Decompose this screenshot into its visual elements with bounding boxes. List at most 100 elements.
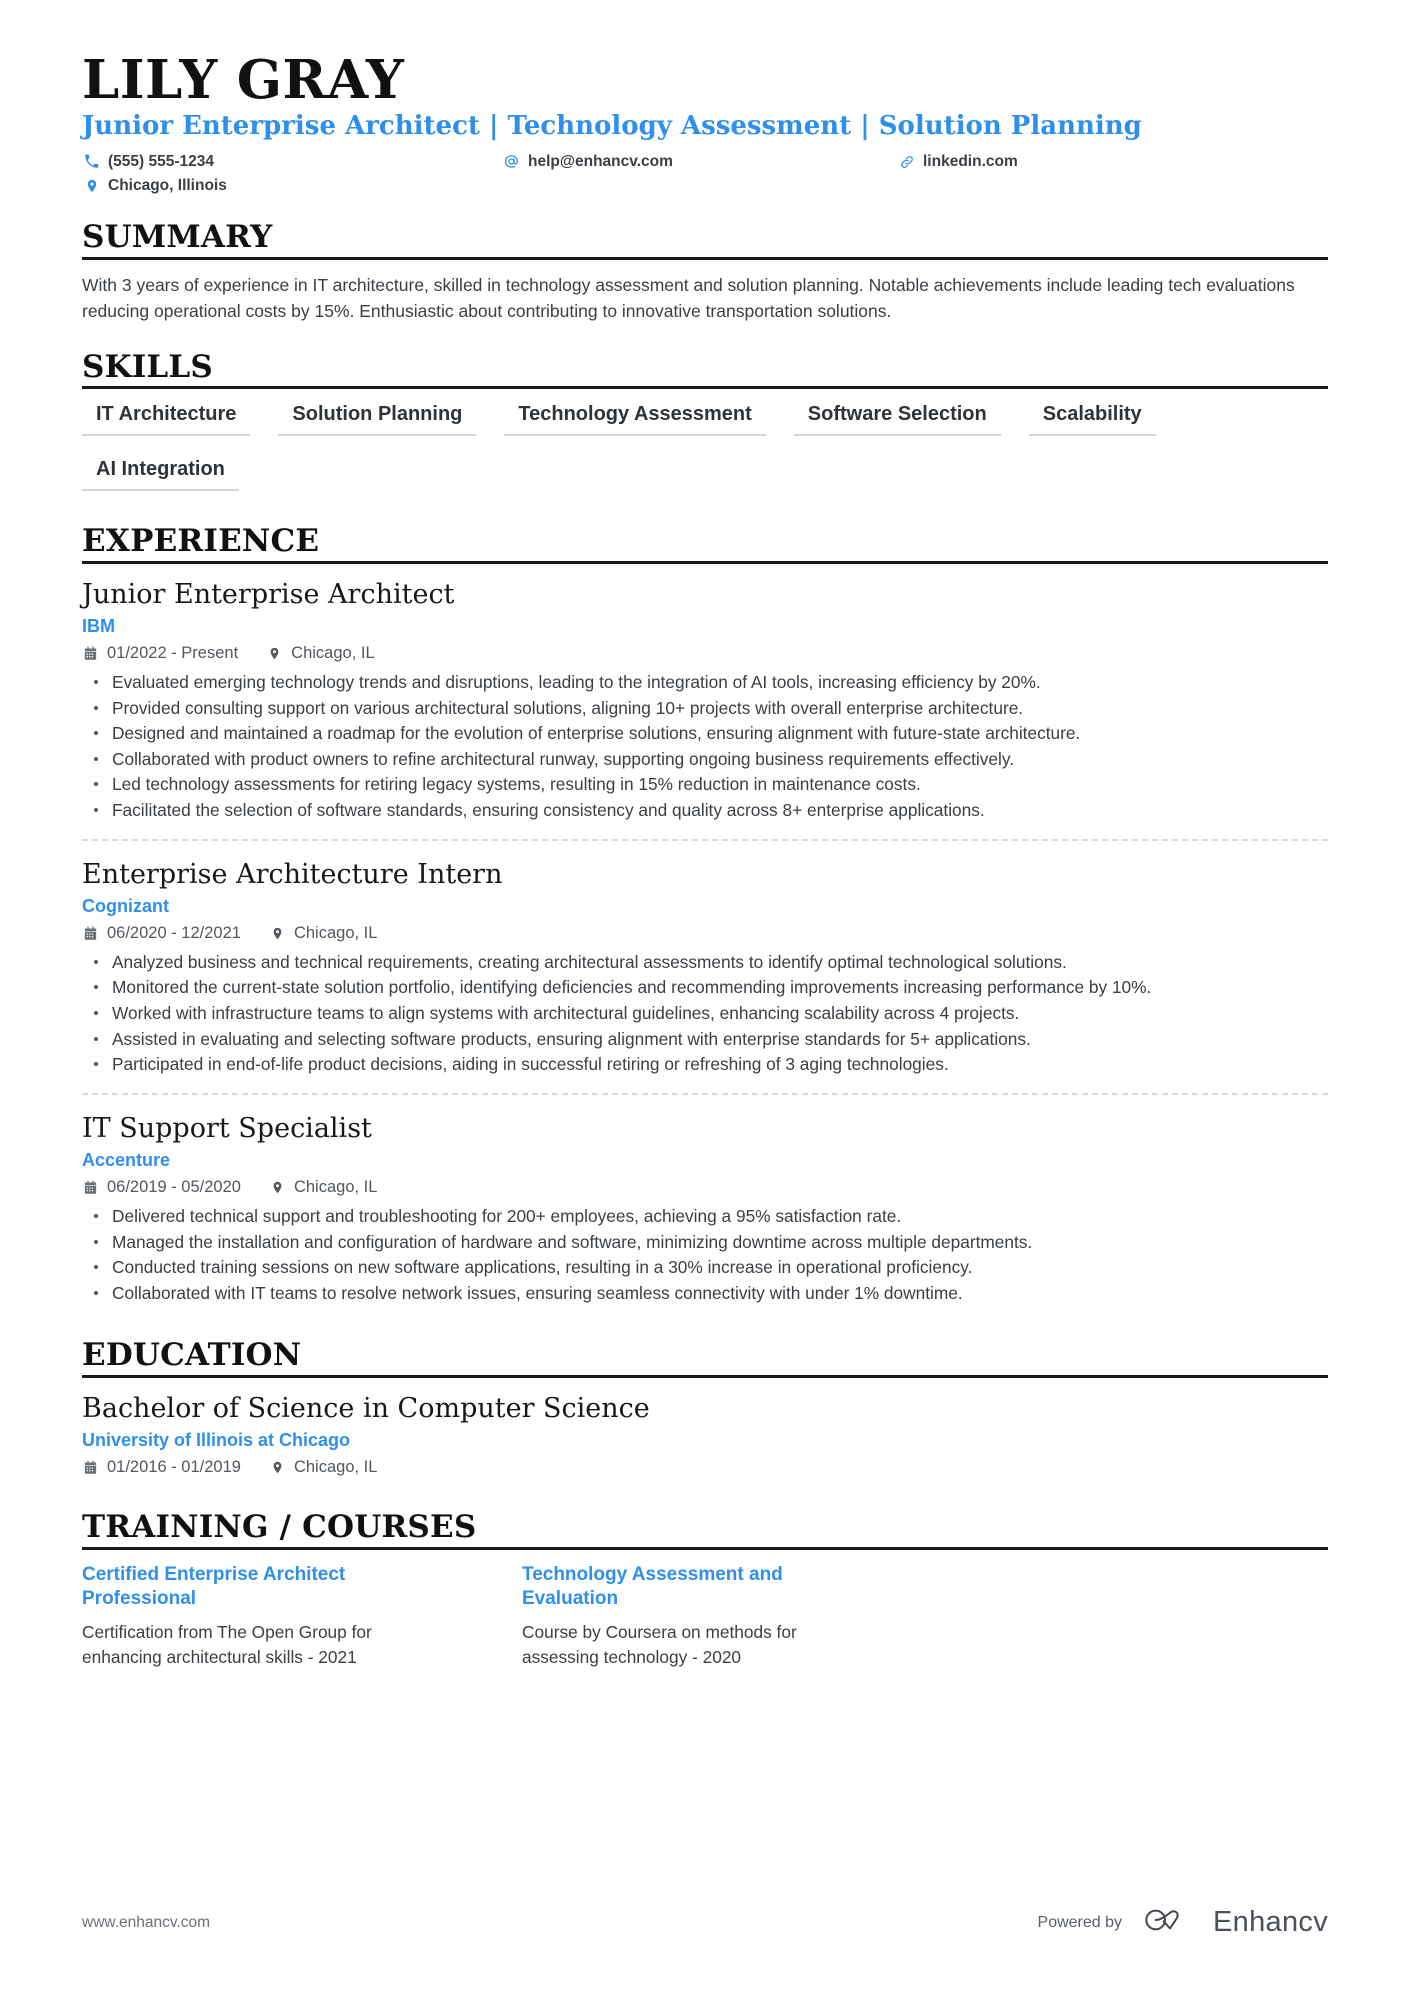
contact-details: (555) 555-1234 help@enhancv.com linkedin… [82,152,1328,195]
course-item: Technology Assessment and Evaluation Cou… [522,1563,952,1670]
responsibility-list: Evaluated emerging technology trends and… [82,670,1328,822]
date-range: 01/2022 - Present [82,644,238,663]
section-education: EDUCATION Bachelor of Science in Compute… [82,1339,1328,1477]
job-location-text: Chicago, IL [291,644,375,663]
school-name: University of Illinois at Chicago [82,1430,351,1451]
phone-icon [82,152,101,171]
section-rule [82,1546,1328,1550]
company-name: Accenture [82,1150,171,1171]
contact-location: Chicago, Illinois [82,176,502,195]
enhancv-logo-icon [1144,1905,1200,1940]
experience-entry: Enterprise Architecture Intern Cognizant… [82,838,1328,1077]
enhancv-brand: Enhancv [1144,1905,1328,1940]
date-range-text: 06/2020 - 12/2021 [107,923,241,942]
page-footer: www.enhancv.com Powered by Enhancv [82,1905,1328,1940]
powered-by-label: Powered by [1037,1913,1123,1931]
entry-meta: 06/2019 - 05/2020 Chicago, IL [82,1178,1328,1197]
company-name: Cognizant [82,895,169,916]
phone-text: (555) 555-1234 [108,152,214,170]
section-rule [82,256,1328,260]
map-pin-icon [269,1179,286,1196]
section-title-experience: EXPERIENCE [82,523,320,560]
bullet-item: Managed the installation and configurati… [82,1230,1328,1255]
school-location: Chicago, IL [269,1458,377,1477]
section-summary: SUMMARY With 3 years of experience in IT… [82,221,1328,324]
bullet-item: Worked with infrastructure teams to alig… [82,1001,1328,1026]
link-icon [897,152,916,171]
section-title-education: EDUCATION [82,1337,302,1374]
section-experience: EXPERIENCE Junior Enterprise Architect I… [82,525,1328,1305]
section-courses: TRAINING / COURSES Certified Enterprise … [82,1511,1328,1669]
job-location: Chicago, IL [269,924,377,943]
calendar-icon [82,645,99,662]
responsibility-list: Analyzed business and technical requirem… [82,950,1328,1077]
contact-email[interactable]: help@enhancv.com [502,152,897,171]
skills-list: IT Architecture Solution Planning Techno… [82,403,1328,513]
contact-row-primary: (555) 555-1234 help@enhancv.com linkedin… [82,152,1328,171]
resume-header: LILY GRAY Junior Enterprise Architect | … [82,49,1328,195]
job-title: Junior Enterprise Architect [82,578,455,610]
section-rule [82,560,1328,564]
skill-chip: IT Architecture [82,403,251,437]
map-pin-icon [269,1459,286,1476]
bullet-item: Led technology assessments for retiring … [82,772,1328,797]
job-location-text: Chicago, IL [293,1178,378,1197]
location-text: Chicago, Illinois [108,176,227,194]
course-description: Certification from The Open Group for en… [82,1622,372,1667]
bullet-item: Collaborated with IT teams to resolve ne… [82,1281,1328,1306]
section-title-courses: TRAINING / COURSES [82,1509,477,1546]
section-title-summary: SUMMARY [82,219,273,256]
date-range: 01/2016 - 01/2019 [82,1458,241,1477]
section-title-skills: SKILLS [82,348,214,385]
date-range: 06/2020 - 12/2021 [82,924,241,943]
entry-meta: 01/2016 - 01/2019 Chicago, IL [82,1458,1328,1477]
bullet-item: Designed and maintained a roadmap for th… [82,721,1328,746]
courses-list: Certified Enterprise Architect Professio… [82,1563,1328,1670]
email-text: help@enhancv.com [528,152,673,170]
job-title: IT Support Specialist [82,1112,372,1144]
map-pin-icon [266,645,283,662]
entry-meta: 01/2022 - Present Chicago, IL [82,644,1328,663]
contact-website[interactable]: linkedin.com [897,152,1018,171]
footer-branding: Powered by Enhancv [1038,1905,1328,1940]
skill-chip: AI Integration [82,458,239,492]
course-description: Course by Coursera on methods for assess… [522,1622,797,1667]
education-entry: Bachelor of Science in Computer Science … [82,1391,1328,1477]
calendar-icon [82,1459,99,1476]
candidate-name: LILY GRAY [82,49,405,111]
section-rule [82,1374,1328,1378]
resume-page: LILY GRAY Junior Enterprise Architect | … [0,0,1410,1995]
calendar-icon [82,925,99,942]
job-location: Chicago, IL [269,1178,377,1197]
date-range: 06/2019 - 05/2020 [82,1178,241,1197]
date-range-text: 01/2016 - 01/2019 [107,1458,241,1477]
responsibility-list: Delivered technical support and troubles… [82,1204,1328,1305]
bullet-item: Facilitated the selection of software st… [82,798,1328,823]
bullet-item: Delivered technical support and troubles… [82,1204,1328,1229]
job-title: Enterprise Architecture Intern [82,858,503,890]
bullet-item: Participated in end-of-life product deci… [82,1052,1328,1077]
footer-url[interactable]: www.enhancv.com [82,1914,210,1932]
bullet-item: Evaluated emerging technology trends and… [82,670,1328,695]
contact-row-secondary: Chicago, Illinois [82,176,1328,195]
job-location: Chicago, IL [266,644,375,663]
map-pin-icon [82,176,101,195]
entry-meta: 06/2020 - 12/2021 Chicago, IL [82,924,1328,943]
map-pin-icon [269,925,286,942]
skill-chip: Scalability [1028,403,1156,437]
section-skills: SKILLS IT Architecture Solution Planning… [82,351,1328,514]
skill-chip: Software Selection [793,403,1001,437]
at-sign-icon [502,152,521,171]
skill-chip: Technology Assessment [504,403,766,437]
job-location-text: Chicago, IL [293,923,378,942]
bullet-item: Assisted in evaluating and selecting sof… [82,1027,1328,1052]
summary-text: With 3 years of experience in IT archite… [82,274,1295,321]
skill-chip: Solution Planning [278,403,477,437]
contact-phone[interactable]: (555) 555-1234 [82,152,502,171]
school-location-text: Chicago, IL [293,1458,378,1477]
date-range-text: 01/2022 - Present [107,644,239,663]
course-title: Certified Enterprise Architect Professio… [82,1563,346,1610]
company-name: IBM [82,616,115,637]
section-rule [82,386,1328,390]
bullet-item: Analyzed business and technical requirem… [82,950,1328,975]
